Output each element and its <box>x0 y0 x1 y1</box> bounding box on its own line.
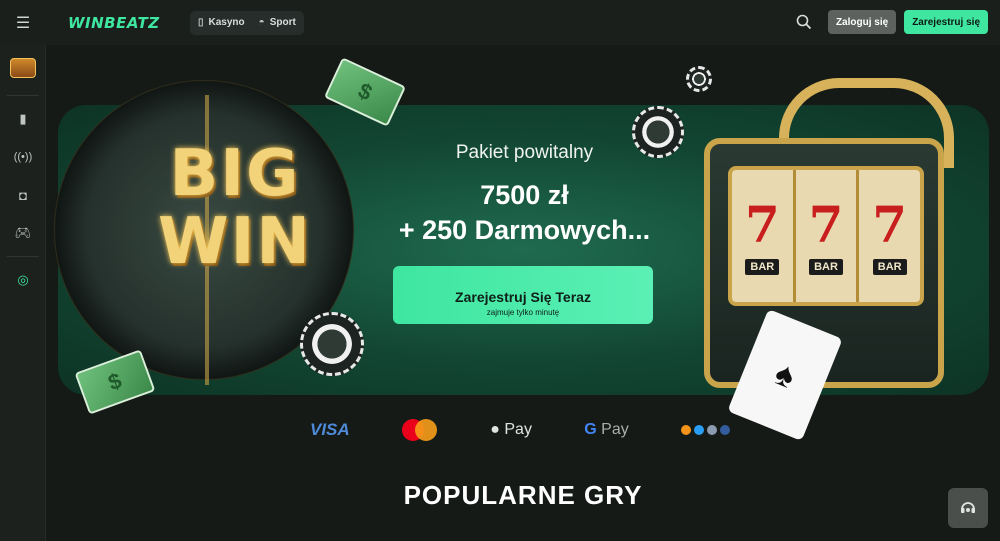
section-title: POPULARNE GRY <box>403 480 643 510</box>
google-pay-label: Pay <box>601 421 629 438</box>
promo-amount: 7500 zł <box>480 180 569 210</box>
slot-machine-icon: ▮ <box>19 111 27 126</box>
top-bar: ☰ WINBEATZ ▯ Kasyno ◓ Sport Zaloguj się … <box>0 0 1000 45</box>
register-button[interactable]: Zarejestruj się <box>904 10 988 34</box>
sidebar-divider <box>6 95 39 96</box>
nav-sport[interactable]: ◓ Sport <box>259 17 296 28</box>
register-now-button[interactable]: Zarejestruj Się Teraz zajmuje tylko minu… <box>393 266 653 324</box>
search-icon[interactable] <box>794 12 814 32</box>
login-button[interactable]: Zaloguj się <box>827 10 897 34</box>
treasure-chest-icon <box>10 58 36 78</box>
ripple-icon <box>694 425 704 435</box>
ethereum-icon <box>707 425 717 435</box>
apple-pay-logo: ● Pay <box>490 421 532 439</box>
sidebar-item-support[interactable]: ◎ <box>0 261 46 299</box>
big-win-art: BIG WIN <box>158 137 312 279</box>
casino-icon: ▯ <box>198 17 204 28</box>
litecoin-icon <box>720 425 730 435</box>
google-pay-logo: G Pay <box>584 421 628 439</box>
bitcoin-icon <box>681 425 691 435</box>
nav-casino-label: Kasyno <box>208 17 245 28</box>
sidebar-item-live[interactable]: ((•)) <box>0 138 46 176</box>
live-broadcast-icon: ((•)) <box>13 151 33 163</box>
google-g-icon: G <box>584 421 597 438</box>
promo-bonus: + 250 Darmowych... <box>398 215 651 245</box>
reel-symbol: 7 <box>808 195 844 254</box>
mastercard-logo <box>401 419 438 441</box>
support-chat-button[interactable] <box>948 488 988 528</box>
promo-text: Pakiet powitalny 7500 zł + 250 Darmowych… <box>382 140 667 246</box>
cta-title: Zarejestruj Się Teraz <box>455 288 591 305</box>
apple-icon: ● <box>490 421 500 438</box>
sport-icon: ◓ <box>258 17 265 28</box>
reel-bar-label: BAR <box>745 259 780 275</box>
header-actions: Zaloguj się Zarejestruj się <box>794 10 988 34</box>
slot-reels: 7 BAR 7 BAR 7 BAR <box>728 166 924 306</box>
reel: 7 BAR <box>732 170 796 302</box>
nav-casino[interactable]: ▯ Kasyno <box>198 17 245 28</box>
cta-subtitle: zajmuje tylko minutę <box>486 307 560 317</box>
sidebar-item-games[interactable]: 🎮︎ <box>0 214 46 252</box>
nav-sport-label: Sport <box>269 17 296 28</box>
vr-headset-icon: ◘ <box>19 187 27 203</box>
sidebar-divider <box>6 256 39 257</box>
reel: 7 BAR <box>796 170 860 302</box>
logo[interactable]: WINBEATZ <box>68 14 178 32</box>
reel-bar-label: BAR <box>872 259 907 275</box>
crypto-logos <box>681 425 730 435</box>
reel-symbol: 7 <box>872 195 908 254</box>
poker-chip-icon <box>300 312 364 376</box>
sidebar: ▮ ((•)) ◘ 🎮︎ ◎ <box>0 45 46 541</box>
reel: 7 BAR <box>859 170 920 302</box>
menu-icon[interactable]: ☰ <box>0 0 46 45</box>
sidebar-item-slots[interactable]: ▮ <box>0 100 46 138</box>
apple-pay-label: Pay <box>504 421 532 438</box>
promo-subtitle: Pakiet powitalny <box>455 142 594 163</box>
support-headset-icon: ◎ <box>17 272 29 287</box>
sidebar-item-virtual[interactable]: ◘ <box>0 176 46 214</box>
visa-logo: VISA <box>310 420 350 439</box>
reel-symbol: 7 <box>744 195 780 254</box>
headset-icon <box>961 502 975 513</box>
sidebar-item-promotions[interactable] <box>0 45 46 91</box>
main-nav: ▯ Kasyno ◓ Sport <box>190 10 304 35</box>
reel-bar-label: BAR <box>809 259 843 275</box>
gamepad-icon: 🎮︎ <box>14 225 32 240</box>
payment-methods: VISA ● Pay G Pay <box>310 418 730 442</box>
